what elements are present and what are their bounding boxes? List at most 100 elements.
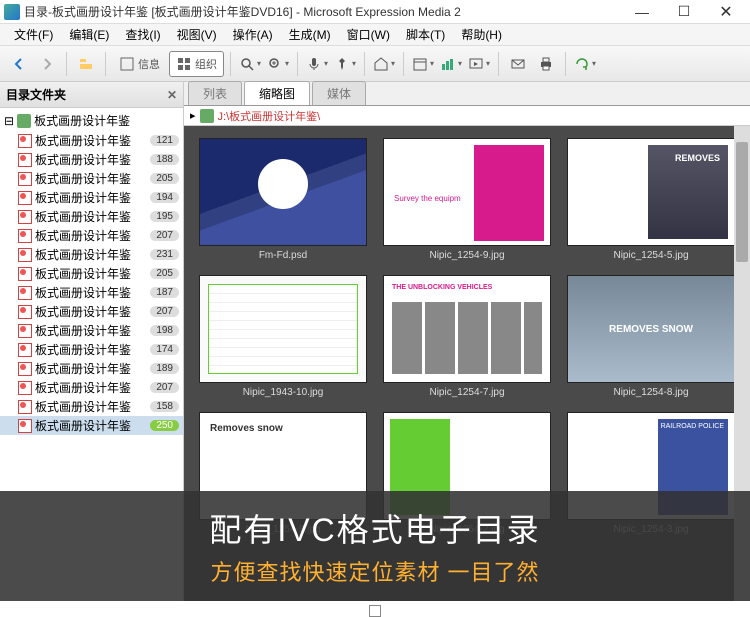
overlay-line1: 配有IVC格式电子目录 [209, 505, 540, 551]
count-badge: 189 [150, 363, 179, 374]
view-tab[interactable]: 列表 [188, 81, 242, 105]
pin-button[interactable]: ▾ [332, 51, 358, 77]
tree-item-label: 板式画册设计年鉴 [35, 379, 131, 396]
search-button[interactable]: ▾ [237, 51, 263, 77]
tree-item-label: 板式画册设计年鉴 [35, 170, 131, 187]
count-badge: 195 [150, 211, 179, 222]
count-badge: 188 [150, 154, 179, 165]
tree-root[interactable]: ⊟ 板式画册设计年鉴 [0, 110, 183, 131]
count-badge: 158 [150, 401, 179, 412]
count-badge: 194 [150, 192, 179, 203]
close-button[interactable]: ✕ [706, 1, 746, 23]
thumbnail-item[interactable]: Nipic_1254-8.jpg [564, 275, 738, 398]
refresh-button[interactable]: ▾ [572, 51, 598, 77]
menu-item[interactable]: 窗口(W) [339, 24, 398, 45]
thumbnail-image[interactable] [567, 138, 735, 246]
document-icon [18, 172, 32, 186]
thumbnail-image[interactable] [199, 275, 367, 383]
tree-item[interactable]: 板式画册设计年鉴188 [0, 150, 183, 169]
tree-item-label: 板式画册设计年鉴 [35, 322, 131, 339]
document-icon [18, 362, 32, 376]
thumbnail-image[interactable] [199, 138, 367, 246]
count-badge: 205 [150, 173, 179, 184]
menu-item[interactable]: 生成(M) [281, 24, 339, 45]
back-button[interactable] [6, 51, 32, 77]
thumbnail-item[interactable]: Nipic_1254-5.jpg [564, 138, 738, 261]
document-icon [18, 305, 32, 319]
count-badge: 250 [150, 420, 179, 431]
tree-item[interactable]: 板式画册设计年鉴195 [0, 207, 183, 226]
collapse-icon[interactable]: ⊟ [4, 114, 14, 128]
microphone-button[interactable]: ▾ [304, 51, 330, 77]
minimize-button[interactable]: — [622, 1, 662, 23]
path-nav-icon[interactable]: ▸ [190, 109, 196, 122]
tree-item[interactable]: 板式画册设计年鉴207 [0, 302, 183, 321]
menu-item[interactable]: 帮助(H) [453, 24, 510, 45]
menu-item[interactable]: 视图(V) [169, 24, 225, 45]
tree-item[interactable]: 板式画册设计年鉴 207 [0, 378, 183, 397]
view-tabs: 列表缩略图媒体 [184, 82, 750, 106]
tree-item[interactable]: 板式画册设计年鉴198 [0, 321, 183, 340]
count-badge: 207 [150, 306, 179, 317]
thumbnail-image[interactable] [567, 275, 735, 383]
tree-item[interactable]: 板式画册设计年鉴 231 [0, 245, 183, 264]
thumbnail-item[interactable]: Fm-Fd.psd [196, 138, 370, 261]
thumbnail-item[interactable]: Nipic_1254-7.jpg [380, 275, 554, 398]
tree-item-label: 板式画册设计年鉴 [35, 246, 131, 263]
forward-button[interactable] [34, 51, 60, 77]
count-badge: 205 [150, 268, 179, 279]
tree-item[interactable]: 板式画册设计年鉴 205 [0, 264, 183, 283]
maximize-button[interactable]: ☐ [664, 1, 704, 23]
tree-item[interactable]: 板式画册设计年鉴174 [0, 340, 183, 359]
folder-tree-button[interactable] [73, 51, 99, 77]
menu-item[interactable]: 文件(F) [6, 24, 61, 45]
calendar-button[interactable]: ▾ [410, 51, 436, 77]
mail-button[interactable] [505, 51, 531, 77]
print-button[interactable] [533, 51, 559, 77]
tree-item[interactable]: 板式画册设计年鉴121 [0, 131, 183, 150]
chart-button[interactable]: ▾ [438, 51, 464, 77]
menu-item[interactable]: 查找(I) [117, 24, 168, 45]
count-badge: 207 [150, 382, 179, 393]
slideshow-button[interactable]: ▾ [466, 51, 492, 77]
tree-item[interactable]: 板式画册设计年鉴187 [0, 283, 183, 302]
tree-item[interactable]: 板式画册设计年鉴207 [0, 226, 183, 245]
tree-item[interactable]: 板式画册设计年鉴 194 [0, 188, 183, 207]
menu-item[interactable]: 编辑(E) [61, 24, 117, 45]
sidebar-close-icon[interactable]: ✕ [167, 88, 177, 102]
count-badge: 231 [150, 249, 179, 260]
tree-item-label: 板式画册设计年鉴 [35, 189, 131, 206]
thumbnail-item[interactable]: Nipic_1254-9.jpg [380, 138, 554, 261]
tree-item[interactable]: 板式画册设计年鉴158 [0, 397, 183, 416]
view-tab[interactable]: 缩略图 [244, 81, 310, 105]
organize-button[interactable]: 组织 [169, 51, 224, 77]
scrollbar-thumb[interactable] [736, 142, 748, 262]
document-icon [18, 286, 32, 300]
document-icon [18, 324, 32, 338]
tree-item[interactable]: 板式画册设计年鉴 205 [0, 169, 183, 188]
tree-item-label: 板式画册设计年鉴 [35, 132, 131, 149]
menu-item[interactable]: 脚本(T) [398, 24, 453, 45]
view-tab[interactable]: 媒体 [312, 81, 366, 105]
info-button[interactable]: 信息 [112, 51, 167, 77]
sidebar-header: 目录文件夹 ✕ [0, 82, 183, 108]
document-icon [18, 210, 32, 224]
zoom-button[interactable]: ▾ [265, 51, 291, 77]
document-icon [18, 400, 32, 414]
document-icon [18, 381, 32, 395]
thumbnail-item[interactable]: Nipic_1943-10.jpg [196, 275, 370, 398]
tree-item-label: 板式画册设计年鉴 [35, 227, 131, 244]
document-icon [18, 419, 32, 433]
disk-icon [17, 114, 31, 128]
tree-item[interactable]: 板式画册设计年鉴189 [0, 359, 183, 378]
path-bar: ▸ J:\板式画册设计年鉴\ [184, 106, 750, 126]
home-button[interactable]: ▾ [371, 51, 397, 77]
thumbnail-image[interactable] [383, 275, 551, 383]
current-path[interactable]: J:\板式画册设计年鉴\ [218, 108, 321, 124]
tree-item-label: 板式画册设计年鉴 [35, 265, 131, 282]
toolbar: 信息 组织 ▾ ▾ ▾ ▾ ▾ ▾ ▾ ▾ ▾ [0, 46, 750, 82]
menu-item[interactable]: 操作(A) [225, 24, 281, 45]
tree-item[interactable]: 板式画册设计年鉴250 [0, 416, 183, 435]
document-icon [18, 229, 32, 243]
thumbnail-image[interactable] [383, 138, 551, 246]
